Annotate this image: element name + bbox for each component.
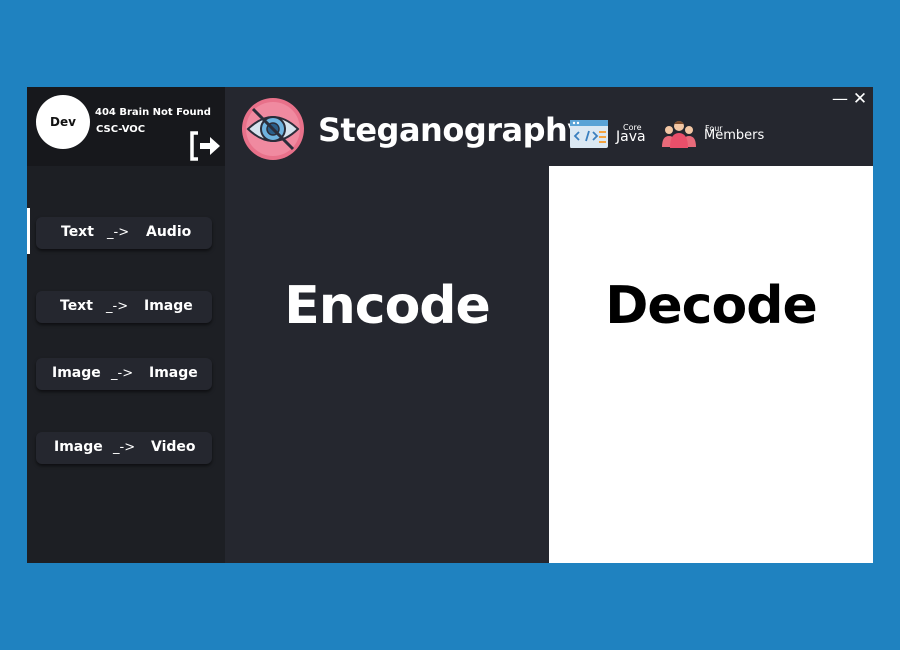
nav-to-label: Video xyxy=(151,439,196,455)
team-icon xyxy=(661,118,697,148)
avatar: Dev xyxy=(36,95,90,149)
nav-arrow: _-> xyxy=(111,366,134,381)
encode-label: Encode xyxy=(284,276,491,336)
user-name: 404 Brain Not Found xyxy=(95,107,211,118)
profile-header: Dev 404 Brain Not Found CSC-VOC xyxy=(27,87,225,166)
code-icon xyxy=(570,120,608,148)
app-window: Dev 404 Brain Not Found CSC-VOC Text _->… xyxy=(27,87,873,563)
nav-from-label: Text xyxy=(61,224,94,240)
nav-to-label: Image xyxy=(149,365,198,381)
nav-from-label: Image xyxy=(54,439,103,455)
nav-to-label: Image xyxy=(144,298,193,314)
eye-icon xyxy=(241,97,305,161)
decode-label: Decode xyxy=(605,276,817,336)
nav-text-to-audio[interactable]: Text _-> Audio xyxy=(36,217,212,249)
active-indicator xyxy=(27,208,30,254)
nav-text-to-image[interactable]: Text _-> Image xyxy=(36,291,212,323)
nav-from-label: Text xyxy=(60,298,93,314)
nav-image-to-video[interactable]: Image _-> Video xyxy=(36,432,212,464)
nav-arrow: _-> xyxy=(106,299,129,314)
team-name: CSC-VOC xyxy=(96,124,146,135)
core-big-label: Java xyxy=(616,129,646,145)
nav-to-label: Audio xyxy=(146,224,192,240)
nav-image-to-image[interactable]: Image _-> Image xyxy=(36,358,212,390)
nav-arrow: _-> xyxy=(113,440,136,455)
logout-icon[interactable] xyxy=(189,130,225,162)
nav-from-label: Image xyxy=(52,365,101,381)
encode-panel[interactable]: Encode xyxy=(225,166,549,563)
header-bar: Steganography Core Java Four Members xyxy=(225,87,873,166)
nav-arrow: _-> xyxy=(107,225,130,240)
app-title: Steganography xyxy=(318,111,588,149)
close-button[interactable]: ✕ xyxy=(851,90,869,108)
members-big-label: Members xyxy=(704,128,765,143)
sidebar: Dev 404 Brain Not Found CSC-VOC Text _->… xyxy=(27,87,225,563)
decode-panel[interactable]: Decode xyxy=(549,166,873,563)
minimize-button[interactable]: — xyxy=(832,90,848,108)
